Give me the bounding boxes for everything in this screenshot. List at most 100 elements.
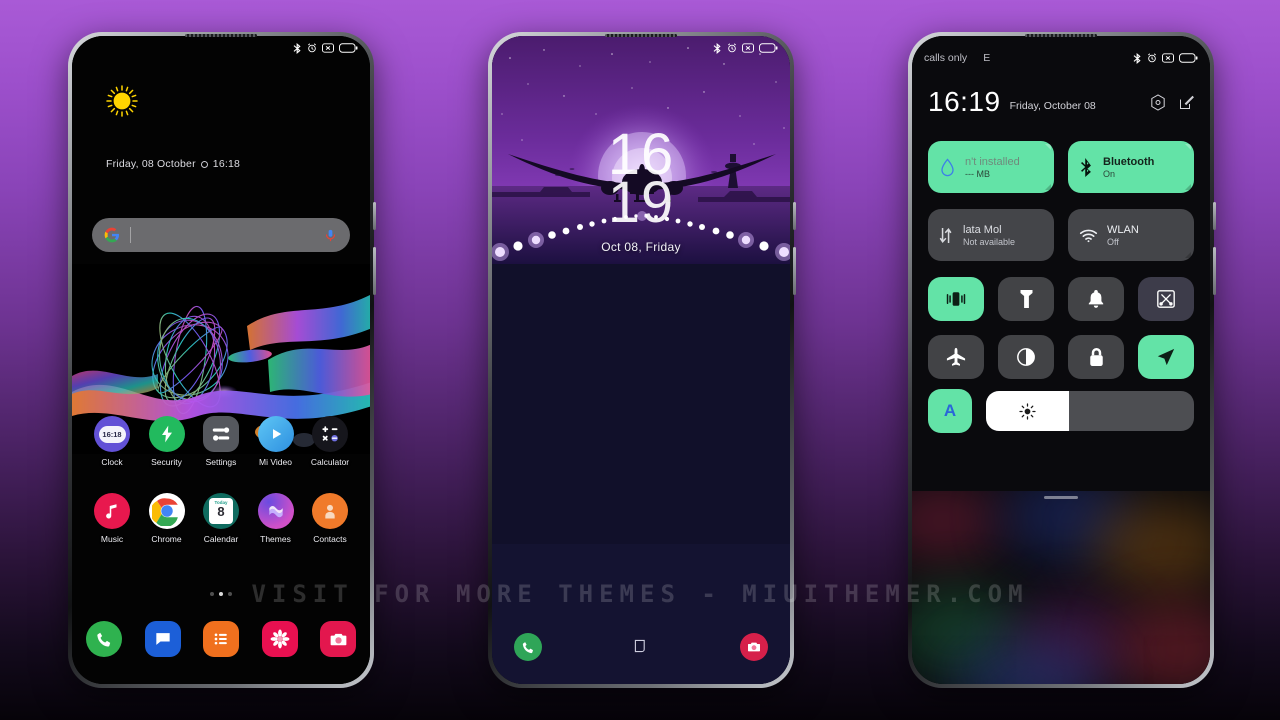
battery-icon — [1179, 53, 1198, 63]
lockscreen-phone-shortcut[interactable] — [514, 633, 542, 661]
dock-notes[interactable] — [203, 621, 239, 657]
app-label: Music — [100, 534, 124, 544]
page-dot[interactable] — [210, 592, 214, 596]
weather-sun-icon[interactable] — [105, 84, 139, 118]
microphone-icon[interactable] — [323, 228, 338, 243]
volume-button[interactable] — [1213, 247, 1216, 295]
app-clock[interactable]: 16:18 Clock — [86, 416, 138, 467]
qs-toggle-row-2 — [928, 335, 1194, 379]
data-usage-drop-icon — [941, 157, 954, 176]
qs-toggle-ringer[interactable] — [1068, 277, 1124, 321]
dock-messages[interactable] — [144, 621, 181, 657]
dnd-icon — [1162, 53, 1174, 63]
scissors-icon — [1157, 290, 1175, 308]
qs-toggle-lock[interactable] — [1068, 335, 1124, 379]
qs-tile-title: lata Mol — [963, 223, 1002, 236]
dock — [86, 621, 356, 657]
app-contacts[interactable]: Contacts — [304, 493, 356, 544]
app-settings[interactable]: Settings — [195, 416, 247, 467]
qs-tile-title: WLAN — [1107, 223, 1139, 236]
volume-button[interactable] — [373, 247, 376, 295]
qs-toggle-row-1 — [928, 277, 1194, 321]
edit-icon[interactable] — [1179, 95, 1194, 110]
page-dot[interactable] — [228, 592, 232, 596]
power-button[interactable] — [1213, 202, 1216, 230]
lockscreen-unlock-icon[interactable] — [633, 638, 649, 659]
calculator-icon — [312, 416, 348, 452]
calendar-day: 8 — [217, 504, 225, 519]
volume-button[interactable] — [793, 247, 796, 295]
qs-tile-title: Bluetooth — [1103, 155, 1155, 168]
phone-home-screen: Friday, 08 October 16:18 16:18 Clock Sec… — [68, 32, 376, 688]
qs-toggle-location[interactable] — [1138, 335, 1194, 379]
qs-date: Friday, October 08 — [1009, 100, 1096, 112]
battery-icon — [759, 43, 778, 53]
qs-toggle-grid — [928, 277, 1194, 393]
qs-tile-expand-corner[interactable] — [1045, 184, 1051, 190]
blurred-wallpaper — [912, 491, 1210, 684]
phone-lock-screen: 16 19 Oct 08, Friday — [488, 32, 796, 688]
alarm-icon — [728, 43, 736, 53]
status-bar — [492, 36, 790, 60]
lockscreen-minutes: 19 — [607, 169, 675, 235]
qs-tile-expand-corner[interactable] — [1185, 252, 1191, 258]
qs-tile-wlan[interactable]: WLAN Off — [1068, 209, 1194, 261]
qs-toggle-screenshot[interactable] — [1138, 277, 1194, 321]
page-dot-active[interactable] — [219, 592, 223, 596]
app-label: Themes — [260, 534, 291, 544]
google-search-bar[interactable] — [92, 218, 350, 252]
qs-tile-expand-corner[interactable] — [1185, 184, 1191, 190]
qs-tile-data-usage[interactable]: n't installed --- MB — [928, 141, 1054, 193]
power-button[interactable] — [373, 202, 376, 230]
dock-gallery[interactable] — [261, 621, 298, 657]
contacts-icon — [312, 493, 348, 529]
qs-toggle-flashlight[interactable] — [998, 277, 1054, 321]
dock-camera[interactable] — [320, 621, 356, 657]
network-type-label: E — [983, 52, 991, 64]
bluetooth-icon — [1133, 52, 1141, 64]
earpiece-speaker — [605, 34, 677, 37]
dock-phone[interactable] — [86, 621, 122, 657]
qs-toggle-airplane[interactable] — [928, 335, 984, 379]
app-mi-video[interactable]: Mi Video — [250, 416, 302, 467]
app-calendar[interactable]: Today 8 Calendar — [195, 493, 247, 544]
qs-brightness-row: A — [928, 389, 1194, 433]
app-security[interactable]: Security — [141, 416, 193, 467]
google-g-icon — [104, 227, 120, 243]
qs-tile-corner-accent — [1045, 144, 1051, 150]
qs-tile-mobile-data[interactable]: lata Mol Not available — [928, 209, 1054, 261]
app-themes[interactable]: Themes — [250, 493, 302, 544]
dnd-icon — [322, 43, 334, 53]
lockscreen-camera-shortcut[interactable] — [740, 633, 768, 661]
qs-tile-subtitle: --- MB — [965, 168, 990, 179]
qs-toggle-dark-mode[interactable] — [998, 335, 1054, 379]
app-chrome[interactable]: Chrome — [141, 493, 193, 544]
qs-brightness-slider[interactable] — [986, 391, 1194, 431]
qs-tile-bluetooth[interactable]: Bluetooth On — [1068, 141, 1194, 193]
app-label: Calendar — [203, 534, 239, 544]
app-music[interactable]: Music — [86, 493, 138, 544]
lockscreen-clock: 16 19 — [492, 126, 790, 235]
qs-big-tile-row-1: n't installed --- MB Bluetooth On — [928, 141, 1194, 193]
calendar-icon: Today 8 — [203, 493, 239, 529]
qs-toggle-vibrate[interactable] — [928, 277, 984, 321]
lockscreen-lower-panel — [492, 544, 790, 684]
airplane-icon — [946, 347, 966, 366]
lock-icon — [1089, 348, 1103, 366]
qs-auto-brightness-button[interactable]: A — [928, 389, 972, 433]
qs-clock: 16:19 — [928, 86, 1001, 117]
power-button[interactable] — [793, 202, 796, 230]
alarm-icon — [1148, 53, 1156, 63]
blur-blob — [1112, 601, 1210, 684]
qs-drag-handle[interactable] — [912, 496, 1210, 499]
earpiece-speaker — [185, 34, 257, 37]
qs-tile-corner-accent — [1185, 144, 1191, 150]
blur-blob — [1092, 501, 1210, 591]
bell-icon — [1088, 290, 1104, 308]
home-date-line: Friday, 08 October 16:18 — [106, 158, 240, 170]
settings-gear-icon[interactable] — [1150, 93, 1166, 111]
qs-brightness-fill — [986, 391, 1070, 431]
status-bar — [72, 36, 370, 60]
app-calculator[interactable]: Calculator — [304, 416, 356, 467]
earpiece-speaker — [1025, 34, 1097, 37]
